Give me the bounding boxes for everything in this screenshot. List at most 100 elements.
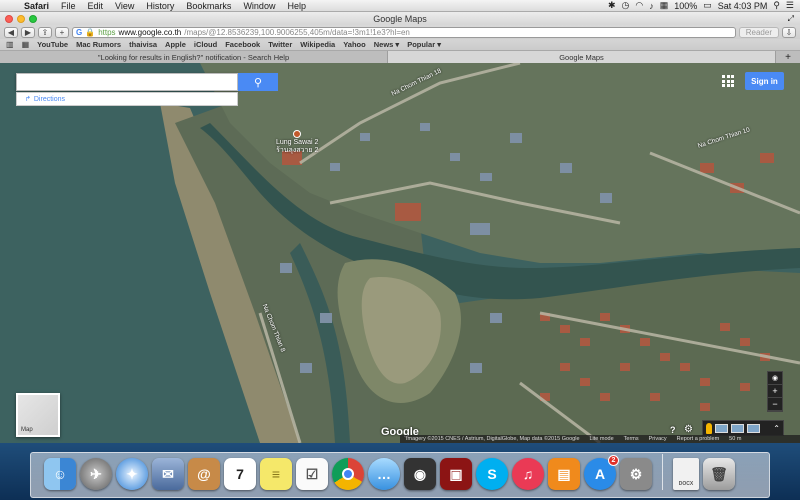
contacts-icon[interactable]: @	[188, 458, 220, 490]
zoom-out-button[interactable]: −	[768, 398, 782, 411]
address-bar[interactable]: G 🔒 https www.google.co.th /maps/@12.853…	[72, 26, 736, 38]
close-window-button[interactable]	[5, 14, 13, 23]
sign-in-button[interactable]: Sign in	[745, 72, 784, 90]
bluetooth-icon[interactable]: ✱	[608, 0, 616, 11]
facetime-icon[interactable]: ◉	[404, 458, 436, 490]
help-icon[interactable]: ?	[670, 425, 676, 435]
search-button[interactable]: ⚲	[238, 73, 278, 91]
url-host: www.google.co.th	[118, 27, 182, 37]
expand-icon[interactable]: ⌃	[773, 424, 780, 433]
favorite-apple[interactable]: Apple	[165, 40, 186, 49]
menu-history[interactable]: History	[140, 1, 180, 11]
add-tab-icon[interactable]: +	[776, 51, 800, 63]
directions-label: Directions	[33, 95, 65, 103]
my-location-icon[interactable]: ◉	[768, 372, 782, 385]
reminders-icon[interactable]: ☑	[296, 458, 328, 490]
finder-icon[interactable]: ☺	[44, 458, 76, 490]
itunes-icon[interactable]: ♫	[512, 458, 544, 490]
window-titlebar: Google Maps ⤢	[0, 12, 800, 25]
bookmarks-book-icon[interactable]: ▥	[6, 40, 14, 49]
favorite-yahoo[interactable]: Yahoo	[343, 40, 366, 49]
menu-view[interactable]: View	[109, 1, 140, 11]
flag-icon[interactable]: ▦	[660, 0, 669, 11]
timemachine-icon[interactable]: ◷	[622, 0, 630, 11]
menu-bookmarks[interactable]: Bookmarks	[180, 1, 237, 11]
top-sites-icon[interactable]: ▦	[22, 40, 30, 49]
clock[interactable]: Sat 4:03 PM	[718, 1, 768, 11]
menu-window[interactable]: Window	[237, 1, 281, 11]
window-title: Google Maps	[373, 13, 427, 24]
chrome-icon[interactable]	[332, 458, 364, 490]
lock-icon: 🔒	[85, 27, 96, 37]
favorite-thaivisa[interactable]: thaivisa	[129, 40, 157, 49]
reader-button[interactable]: Reader	[738, 26, 779, 38]
photo-thumbnail[interactable]	[715, 423, 728, 433]
tab-search-help[interactable]: "Looking for results in English?" notifi…	[0, 51, 388, 63]
new-tab-button[interactable]: +	[55, 26, 69, 38]
fullscreen-icon[interactable]: ⤢	[788, 14, 794, 24]
settings-gear-icon[interactable]: ⚙	[684, 424, 693, 435]
trash-icon[interactable]: 🗑	[703, 458, 735, 490]
privacy-link[interactable]: Privacy	[649, 436, 667, 442]
skype-icon[interactable]: S	[476, 458, 508, 490]
map-view-label: Map	[21, 427, 33, 433]
wifi-icon[interactable]: ◠	[635, 0, 643, 11]
favorite-youtube[interactable]: YouTube	[37, 40, 68, 49]
zoom-window-button[interactable]	[29, 14, 37, 23]
favorite-news[interactable]: News ▾	[374, 40, 399, 49]
map-view-toggle[interactable]: Map	[16, 393, 60, 437]
poi-marker[interactable]: Lung Sawai 2 ร้านลุงสวาย 2	[276, 130, 318, 155]
directions-link[interactable]: ↱ Directions	[16, 92, 238, 106]
favorite-icloud[interactable]: iCloud	[194, 40, 217, 49]
volume-icon[interactable]: ♪	[649, 1, 654, 11]
downloads-button[interactable]: ⇩	[782, 26, 796, 38]
search-input[interactable]	[16, 73, 238, 91]
messages-icon[interactable]: …	[368, 458, 400, 490]
ibooks-icon[interactable]: ▤	[548, 458, 580, 490]
tab-bar: "Looking for results in English?" notifi…	[0, 51, 800, 63]
menu-file[interactable]: File	[55, 1, 82, 11]
minimize-window-button[interactable]	[17, 14, 25, 23]
zoom-in-button[interactable]: +	[768, 385, 782, 398]
map-canvas[interactable]: ⚲ ↱ Directions Sign in Lung Sawai 2 ร้าน…	[0, 63, 800, 443]
menu-safari[interactable]: Safari	[18, 1, 55, 11]
notification-center-icon[interactable]: ☰	[786, 0, 794, 11]
preferences-icon[interactable]: ⚙	[620, 458, 652, 490]
battery-percent[interactable]: 100%	[674, 1, 697, 11]
mail-icon[interactable]: ✉	[152, 458, 184, 490]
favorite-popular[interactable]: Popular ▾	[407, 40, 441, 49]
appstore-icon[interactable]: A2	[584, 455, 619, 490]
apps-grid-icon[interactable]	[722, 75, 734, 87]
zoom-controls: ◉ + −	[767, 371, 783, 412]
photo-thumbnail[interactable]	[747, 423, 760, 433]
tab-google-maps[interactable]: Google Maps	[388, 51, 776, 63]
street-view-bar: ⌃	[702, 420, 784, 436]
dock-separator	[662, 454, 663, 490]
pegman-icon[interactable]	[706, 422, 712, 434]
favorites-bar: ▥ ▦ YouTube Mac Rumors thaivisa Apple iC…	[0, 39, 800, 51]
lite-mode-link[interactable]: Lite mode	[590, 436, 614, 442]
photobooth-icon[interactable]: ▣	[440, 458, 472, 490]
favorite-macrumors[interactable]: Mac Rumors	[76, 40, 121, 49]
menu-help[interactable]: Help	[281, 1, 312, 11]
notes-icon[interactable]: ≡	[260, 458, 292, 490]
favorite-facebook[interactable]: Facebook	[225, 40, 260, 49]
calendar-icon[interactable]: 7	[224, 458, 256, 490]
spotlight-icon[interactable]: ⚲	[773, 0, 780, 11]
photo-thumbnail[interactable]	[731, 423, 744, 433]
favorite-wikipedia[interactable]: Wikipedia	[300, 40, 335, 49]
scale-label: 50 m	[729, 436, 742, 442]
imagery-credit: Imagery ©2015 CNES / Astrium, DigitalGlo…	[406, 436, 580, 442]
window-controls	[0, 14, 37, 23]
document-icon[interactable]: DOCX	[673, 458, 699, 490]
back-button[interactable]: ◀	[4, 26, 18, 38]
launchpad-icon[interactable]: ✈	[80, 458, 112, 490]
report-problem-link[interactable]: Report a problem	[677, 436, 720, 442]
share-button[interactable]: ⇪	[38, 26, 52, 38]
terms-link[interactable]: Terms	[624, 436, 639, 442]
battery-icon[interactable]: ▭	[703, 0, 712, 11]
safari-icon[interactable]: ✦	[116, 458, 148, 490]
menu-edit[interactable]: Edit	[82, 1, 110, 11]
favorite-twitter[interactable]: Twitter	[268, 40, 292, 49]
forward-button[interactable]: ▶	[21, 26, 35, 38]
